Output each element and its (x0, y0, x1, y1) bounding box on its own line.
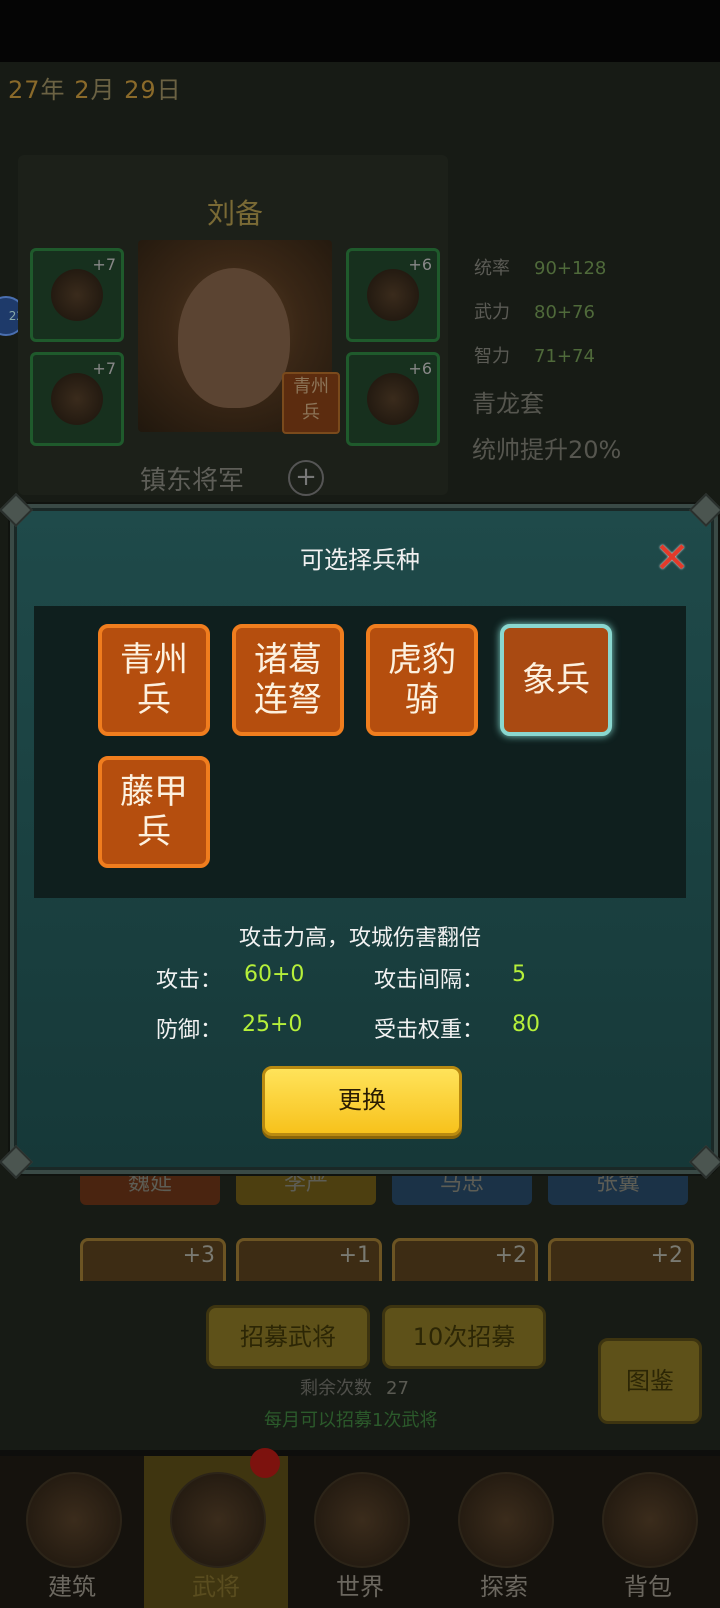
hero-name: 刘备 (206, 197, 263, 230)
date-day: 29 (124, 76, 157, 104)
weapon-slot[interactable]: +7 (30, 248, 124, 342)
hammer-icon (26, 1472, 122, 1568)
helmet-level: +6 (408, 255, 432, 274)
general-card-level: +2 (650, 1243, 683, 1268)
troop-option-elephant[interactable]: 象兵 (500, 624, 612, 736)
game-date: 27年 2月 29日 (8, 70, 182, 110)
helmet-icon (367, 269, 419, 321)
boots-icon (367, 373, 419, 425)
armor-level: +7 (92, 359, 116, 378)
swap-troop-button[interactable]: 更换 (262, 1066, 462, 1136)
troop-tag-line1: 青州 (293, 376, 329, 397)
scroll-icon (458, 1472, 554, 1568)
bottom-nav: 建筑 武将 世界 探索 背包 (0, 1456, 720, 1608)
stat-intellect: 智力 71+74 (474, 342, 595, 368)
troop-option-crossbow[interactable]: 诸葛 连弩 (232, 624, 344, 736)
general-card-level: +1 (338, 1243, 371, 1268)
remaining-value: 27 (386, 1378, 409, 1399)
troop-name-line1: 诸葛 (254, 640, 322, 680)
remaining-label: 剩余次数 (300, 1378, 372, 1399)
close-icon[interactable]: ✕ (652, 537, 692, 579)
notification-dot (250, 1448, 280, 1478)
date-year: 27 (8, 76, 41, 104)
general-card[interactable]: +2 (548, 1238, 694, 1281)
stat-value: 90+128 (534, 258, 607, 279)
defense-label: 防御： (156, 1018, 223, 1043)
troop-name-line1: 虎豹 (388, 640, 456, 680)
troop-name-line2: 兵 (137, 812, 171, 852)
general-card-level: +2 (494, 1243, 527, 1268)
troop-description: 攻击力高，攻城伤害翻倍 (238, 926, 481, 951)
hit-weight-value: 80 (512, 1012, 540, 1037)
troop-name-line2: 连弩 (254, 680, 322, 720)
general-card[interactable]: +3 (80, 1238, 226, 1281)
nav-buildings[interactable]: 建筑 (0, 1456, 144, 1608)
troop-name-line1: 藤甲 (120, 772, 188, 812)
helmet-icon (170, 1472, 266, 1568)
date-year-unit: 年 (40, 76, 66, 104)
crossed-swords-icon (314, 1472, 410, 1568)
troop-option-qingzhou[interactable]: 青州兵 (98, 624, 210, 736)
add-title-button[interactable]: + (288, 460, 324, 496)
stat-value: 80+76 (534, 302, 595, 323)
nav-label: 背包 (624, 1573, 672, 1601)
attack-interval-label: 攻击间隔： (374, 968, 485, 993)
remaining-recruits: 剩余次数 27 (300, 1374, 409, 1400)
hit-weight-label: 受击权重： (374, 1018, 485, 1043)
troop-name-line1: 青州 (120, 640, 188, 680)
troop-option-rattan-armor[interactable]: 藤甲兵 (98, 756, 210, 868)
codex-button[interactable]: 图鉴 (598, 1338, 702, 1424)
recruit-general-button[interactable]: 招募武将 (206, 1305, 370, 1369)
sword-icon (51, 269, 103, 321)
stat-force: 武力 80+76 (474, 298, 595, 324)
nav-label: 建筑 (48, 1573, 96, 1601)
attack-value: 60+0 (244, 962, 305, 987)
nav-label: 世界 (336, 1573, 384, 1601)
stat-label: 统率 (474, 258, 510, 279)
stat-value: 71+74 (534, 346, 595, 367)
nav-explore[interactable]: 探索 (432, 1456, 576, 1608)
nav-label: 探索 (480, 1573, 528, 1601)
troop-name-line2: 骑 (405, 680, 439, 720)
stat-leadership: 统率 90+128 (474, 254, 606, 280)
date-month-unit: 月 (90, 76, 116, 104)
general-card[interactable]: +2 (392, 1238, 538, 1281)
general-card[interactable]: +1 (236, 1238, 382, 1281)
weapon-level: +7 (92, 255, 116, 274)
hero-face-illustration (178, 268, 290, 408)
general-card-level: +3 (182, 1243, 215, 1268)
date-day-unit: 日 (156, 76, 182, 104)
armor-slot[interactable]: +7 (30, 352, 124, 446)
stat-label: 武力 (474, 302, 510, 323)
equipment-set-bonus: 统帅提升20% (472, 436, 622, 464)
defense-value: 25+0 (242, 1012, 303, 1037)
troop-option-tiger-cavalry[interactable]: 虎豹骑 (366, 624, 478, 736)
troop-tag-line2: 兵 (302, 402, 320, 423)
equipment-set-name: 青龙套 (472, 390, 544, 418)
helmet-slot[interactable]: +6 (346, 248, 440, 342)
attack-interval-value: 5 (512, 962, 526, 987)
backpack-icon (602, 1472, 698, 1568)
attack-label: 攻击： (156, 968, 223, 993)
nav-world[interactable]: 世界 (288, 1456, 432, 1608)
boots-level: +6 (408, 359, 432, 378)
dialog-title: 可选择兵种 (300, 546, 420, 574)
date-month: 2 (74, 76, 91, 104)
troop-name-line1: 象兵 (522, 660, 590, 700)
stat-label: 智力 (474, 346, 510, 367)
armor-icon (51, 373, 103, 425)
hero-title: 镇东将军 (140, 466, 245, 496)
troop-name-line2: 兵 (137, 680, 171, 720)
nav-label: 武将 (192, 1573, 240, 1601)
monthly-recruit-note: 每月可以招募1次武将 (264, 1410, 438, 1431)
recruit-10-times-button[interactable]: 10次招募 (382, 1305, 546, 1369)
boots-slot[interactable]: +6 (346, 352, 440, 446)
nav-backpack[interactable]: 背包 (576, 1456, 720, 1608)
nav-generals[interactable]: 武将 (144, 1456, 288, 1608)
hero-troop-tag[interactable]: 青州 兵 (282, 372, 340, 434)
